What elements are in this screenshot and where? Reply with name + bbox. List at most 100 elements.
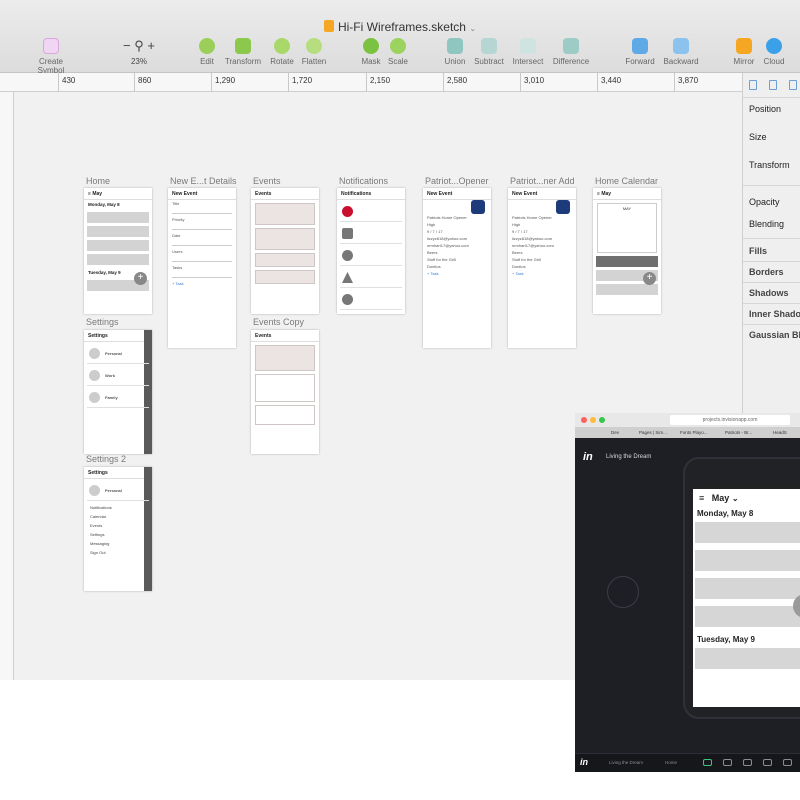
artboard-notifications[interactable]: Notifications bbox=[337, 188, 405, 314]
comment-mode-icon[interactable] bbox=[723, 759, 732, 766]
artboard-events[interactable]: Events bbox=[251, 188, 319, 314]
event-slot[interactable] bbox=[695, 522, 800, 543]
chevron-down-icon[interactable]: ⌄ bbox=[732, 494, 739, 503]
difference-button[interactable]: Difference bbox=[546, 38, 596, 66]
minimize-icon[interactable] bbox=[590, 417, 596, 423]
event-card bbox=[255, 203, 315, 225]
browser-tab[interactable]: Dev bbox=[611, 430, 619, 435]
event-slot bbox=[596, 284, 658, 295]
cloud-button[interactable]: Cloud bbox=[749, 38, 799, 66]
artboard-label-patriot-opener[interactable]: Patriot...Opener bbox=[425, 176, 489, 186]
inspect-mode-icon[interactable] bbox=[743, 759, 752, 766]
artboard-label-settings-2[interactable]: Settings 2 bbox=[86, 454, 126, 464]
edit-label: Edit bbox=[200, 57, 214, 66]
hotspot-circle-icon[interactable] bbox=[607, 576, 639, 608]
artboard-label-settings[interactable]: Settings bbox=[86, 317, 119, 327]
field-value: High bbox=[427, 222, 436, 227]
ruler-tick: 2,580 bbox=[447, 76, 468, 85]
artboard-new-event[interactable]: New Event Title Priority Date Users Task… bbox=[168, 188, 236, 348]
settings-icon[interactable] bbox=[783, 759, 792, 766]
task-item: Beers bbox=[512, 250, 523, 255]
browser-tab[interactable]: HeadS bbox=[773, 430, 787, 435]
fills-section[interactable]: Fills bbox=[749, 246, 767, 256]
inner-shadows-section[interactable]: Inner Shado bbox=[749, 309, 800, 319]
artboard-home-calendar[interactable]: ≡ May MAY + bbox=[593, 188, 661, 314]
ruler-tick: 2,150 bbox=[370, 76, 391, 85]
browser-tab[interactable]: Fonts Playo... bbox=[680, 430, 708, 435]
chevron-down-icon[interactable]: ⌄ bbox=[469, 24, 476, 33]
artboard-settings-2[interactable]: Settings Personal Notifications Calendar… bbox=[84, 467, 152, 591]
phone-header: ≡ May ⌄ bbox=[693, 489, 800, 507]
preview-mode-icon[interactable] bbox=[703, 759, 712, 766]
backward-button[interactable]: Backward bbox=[656, 38, 706, 66]
align-left-icon[interactable] bbox=[749, 80, 757, 90]
artboard-header: Settings bbox=[84, 330, 152, 342]
artboard-label-home[interactable]: Home bbox=[86, 176, 110, 186]
align-center-icon[interactable] bbox=[769, 80, 777, 90]
alignment-bar bbox=[743, 73, 800, 98]
field-label: Users bbox=[172, 249, 183, 254]
browser-tabs: Dev Pages | Sim... Fonts Playo... Patrio… bbox=[575, 427, 800, 438]
ruler-tick: 3,870 bbox=[678, 76, 699, 85]
settings-group: Family bbox=[87, 388, 149, 408]
event-slot[interactable] bbox=[695, 550, 800, 571]
artboard-patriot-add[interactable]: New Event Patriots Home Opener High 9 / … bbox=[508, 188, 576, 348]
footer-screen-select[interactable]: Home bbox=[665, 760, 677, 765]
event-slot[interactable] bbox=[695, 648, 800, 669]
address-bar[interactable]: projects.invisionapp.com bbox=[670, 415, 790, 425]
artboard-label-events-copy[interactable]: Events Copy bbox=[253, 317, 304, 327]
browser-tab[interactable]: Patriots - Br... bbox=[725, 430, 752, 435]
ruler-tick: 430 bbox=[62, 76, 76, 85]
artboard-label-notifications[interactable]: Notifications bbox=[339, 176, 388, 186]
artboard-header: New Event bbox=[508, 188, 576, 200]
size-label: Size bbox=[749, 132, 767, 142]
calendar-month: MAY bbox=[622, 206, 632, 211]
invision-logo: in bbox=[580, 757, 588, 767]
phone-screen[interactable]: ≡ May ⌄ Monday, May 8 Tuesday, May 9 + bbox=[693, 489, 800, 707]
artboard-patriot-opener[interactable]: New Event Patriots Home Opener High 9 / … bbox=[423, 188, 491, 348]
field-value: 9 / 7 / 17 bbox=[427, 229, 443, 234]
flatten-button[interactable]: Flatten bbox=[289, 38, 339, 66]
zoom-in-icon[interactable]: + bbox=[147, 38, 155, 53]
browser-toolbar: projects.invisionapp.com bbox=[575, 413, 800, 427]
browser-tab[interactable]: Pages | Sim... bbox=[639, 430, 667, 435]
artboard-home[interactable]: ≡ May Monday, May 8 Tuesday, May 9 + bbox=[84, 188, 152, 314]
artboard-settings[interactable]: Settings Personal Work Family bbox=[84, 330, 152, 454]
month-title[interactable]: May bbox=[712, 493, 730, 503]
event-slot bbox=[87, 254, 149, 265]
calendar-popup: MAY bbox=[597, 203, 657, 253]
settings-group: Work bbox=[87, 366, 149, 386]
zoom-control[interactable]: − ⚲ +23% bbox=[116, 38, 162, 66]
settings-group: Personal bbox=[87, 344, 149, 364]
field-value: nrmhart17@yahoo.com bbox=[427, 243, 469, 248]
menu-icon[interactable]: ≡ bbox=[699, 493, 704, 503]
document-name: Hi-Fi Wireframes.sketch bbox=[337, 20, 466, 34]
shadows-section[interactable]: Shadows bbox=[749, 288, 789, 298]
difference-label: Difference bbox=[552, 57, 590, 66]
event-slot bbox=[87, 212, 149, 223]
artboard-label-new-event[interactable]: New E...t Details bbox=[170, 176, 237, 186]
code-icon[interactable] bbox=[763, 759, 772, 766]
cloud-label: Cloud bbox=[763, 57, 785, 66]
artboard-label-patriot-add[interactable]: Patriot...ner Add bbox=[510, 176, 575, 186]
zoom-out-icon[interactable]: − bbox=[123, 38, 131, 53]
close-icon[interactable] bbox=[581, 417, 587, 423]
event-slot[interactable] bbox=[695, 578, 800, 599]
gaussian-blur-section[interactable]: Gaussian Blu bbox=[749, 330, 800, 340]
notification-item bbox=[340, 202, 402, 222]
artboard-label-events[interactable]: Events bbox=[253, 176, 281, 186]
field-value: Patriots Home Opener bbox=[512, 215, 552, 220]
borders-section[interactable]: Borders bbox=[749, 267, 784, 277]
artboard-header: ≡ May bbox=[593, 188, 661, 200]
artboard-label-home-calendar[interactable]: Home Calendar bbox=[595, 176, 658, 186]
artboard-events-copy[interactable]: Events bbox=[251, 330, 319, 454]
align-right-icon[interactable] bbox=[789, 80, 797, 90]
scale-button[interactable]: Scale bbox=[373, 38, 423, 66]
opacity-label: Opacity bbox=[749, 197, 780, 207]
settings-group: Personal bbox=[87, 481, 149, 501]
menu-item: Settings bbox=[90, 532, 105, 537]
maximize-icon[interactable] bbox=[599, 417, 605, 423]
footer-project-name[interactable]: Living the Dream bbox=[609, 760, 643, 765]
event-slot[interactable] bbox=[695, 606, 800, 627]
create-symbol-button[interactable]: Create Symbol bbox=[26, 38, 76, 75]
